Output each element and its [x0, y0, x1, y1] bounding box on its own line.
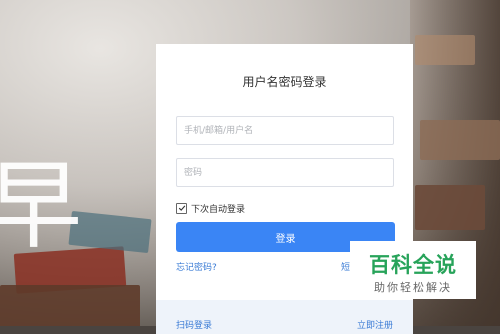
checkmark-icon	[178, 205, 185, 211]
register-link[interactable]: 立即注册	[357, 318, 393, 331]
scan-login-link[interactable]: 扫码登录	[176, 318, 212, 331]
watermark-logo: 百科全说 助你轻松解决	[350, 241, 476, 299]
watermark-title: 百科全说	[369, 253, 457, 277]
background-headline: 早	[0, 150, 82, 262]
background-book	[415, 35, 475, 65]
remember-label: 下次自动登录	[191, 204, 246, 215]
background-book	[415, 185, 485, 230]
remember-checkbox[interactable]	[176, 202, 187, 214]
password-input[interactable]	[176, 158, 394, 187]
login-footer: 扫码登录 立即注册	[156, 300, 413, 334]
background-book	[0, 285, 140, 326]
remember-me[interactable]: 下次自动登录	[176, 202, 246, 215]
forgot-password-link[interactable]: 忘记密码?	[176, 260, 217, 273]
background-book	[420, 120, 500, 160]
username-input[interactable]	[176, 116, 394, 145]
login-title: 用户名密码登录	[242, 75, 327, 89]
watermark-subtitle: 助你轻松解决	[374, 281, 452, 294]
sms-login-link[interactable]: 短	[341, 260, 350, 273]
